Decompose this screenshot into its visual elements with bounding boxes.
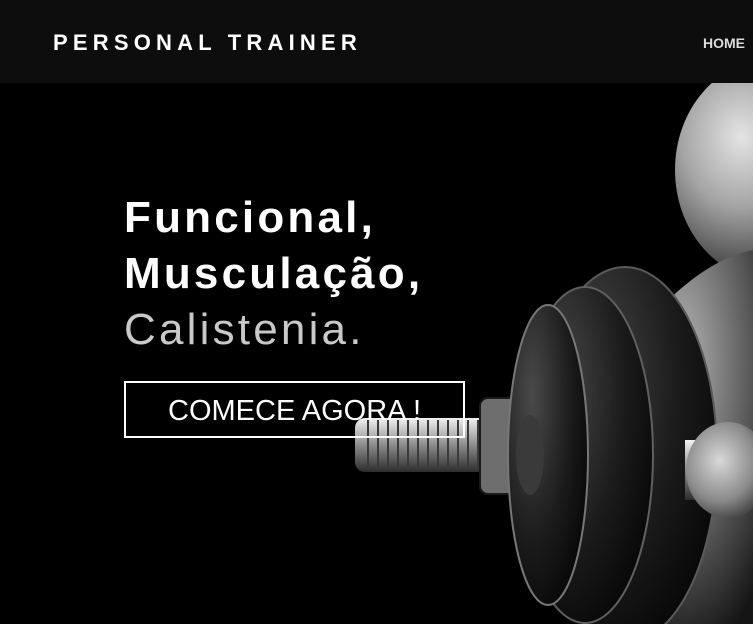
headline-line-2: Musculação, <box>124 249 424 298</box>
top-navigation-bar: PERSONAL TRAINER HOME <box>0 0 753 83</box>
hero-headline: Funcional, Musculação, Calistenia. <box>124 190 423 358</box>
landing-page: PERSONAL TRAINER HOME Funcional, Muscula… <box>0 0 753 624</box>
headline-line-3: Calistenia. <box>124 305 365 354</box>
brand-logo-text[interactable]: PERSONAL TRAINER <box>53 30 362 56</box>
start-now-button[interactable]: COMECE AGORA ! <box>124 381 465 438</box>
nav-link-home[interactable]: HOME <box>703 35 745 51</box>
headline-line-1: Funcional, <box>124 193 376 242</box>
